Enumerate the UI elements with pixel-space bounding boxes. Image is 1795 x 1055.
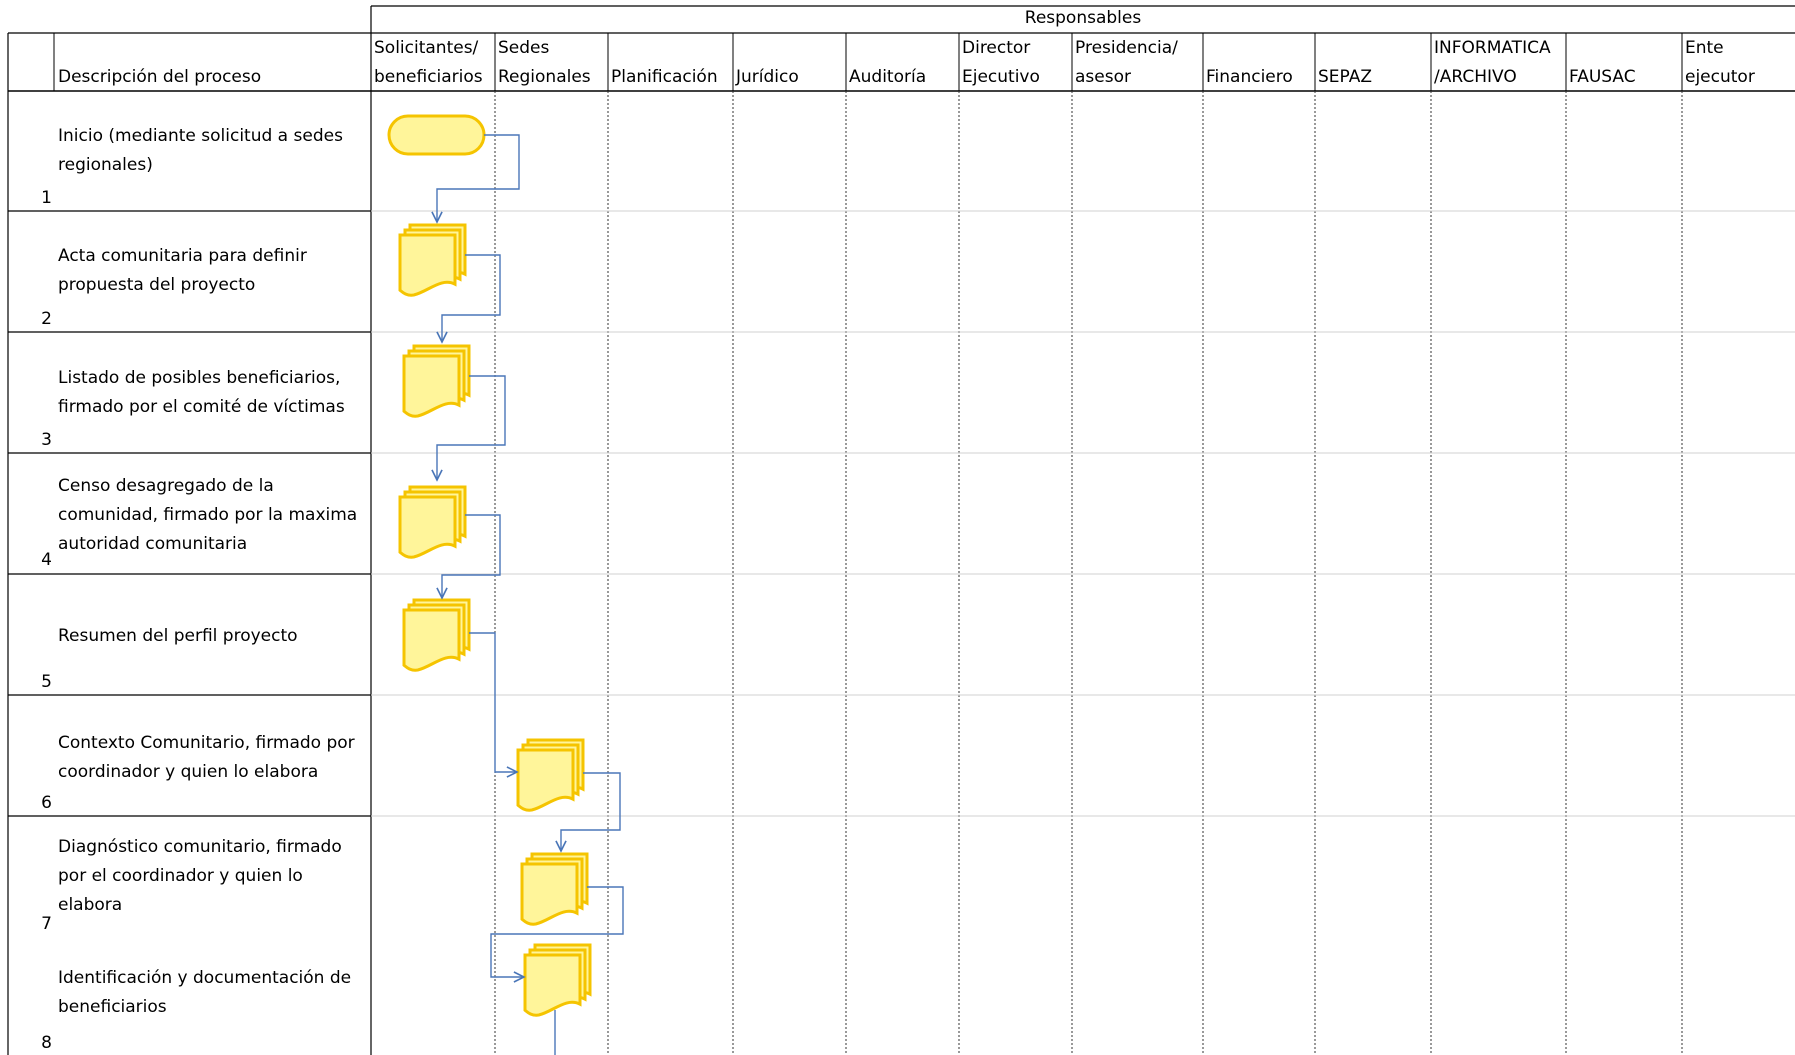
lane-header-line1: Presidencia/ <box>1075 38 1178 58</box>
lane-header-line2: /ARCHIVO <box>1434 67 1517 87</box>
flow-shapes <box>387 114 592 1017</box>
step-number: 8 <box>41 1033 52 1053</box>
step-6-document <box>516 738 585 812</box>
document-sheet <box>402 608 461 672</box>
lane-header-line2: Auditoría <box>849 67 927 87</box>
step-number: 2 <box>41 309 52 329</box>
connector-5-6 <box>469 632 517 772</box>
start-terminator <box>387 114 486 156</box>
lane-header-line2: Jurídico <box>736 67 799 87</box>
lane-header-line2: Financiero <box>1206 67 1293 87</box>
step-description: Contexto Comunitario, firmado por coordi… <box>58 733 355 782</box>
lane-header-line2: asesor <box>1075 67 1131 87</box>
step-4-document <box>398 485 467 559</box>
lane-header-line2: SEPAZ <box>1318 67 1372 87</box>
document-sheet <box>398 233 457 297</box>
step-number: 5 <box>41 672 52 692</box>
step-number: 1 <box>41 188 52 208</box>
step-3-document <box>402 344 471 418</box>
document-sheet <box>523 953 582 1017</box>
step-description: Resumen del perfil proyecto <box>58 626 298 646</box>
step-number: 6 <box>41 793 52 813</box>
step-5-document <box>402 598 471 672</box>
step-description: Listado de posibles beneficiarios, firma… <box>58 368 345 417</box>
lane-header-line2: FAUSAC <box>1569 67 1636 87</box>
step-2-document <box>398 223 467 297</box>
step-number: 7 <box>41 914 52 934</box>
lane-header-line1: INFORMATICA <box>1434 38 1551 58</box>
step-8-document <box>523 943 592 1017</box>
step-number: 4 <box>41 550 52 570</box>
step-description: Inicio (mediante solicitud a sedes regio… <box>58 126 343 175</box>
step-7-document <box>520 852 589 926</box>
responsables-title: Responsables <box>1024 8 1142 28</box>
lane-header-line2: Ejecutivo <box>962 67 1040 87</box>
lane-header-line2: Regionales <box>498 67 591 87</box>
step-description: Censo desagregado de la comunidad, firma… <box>58 476 358 554</box>
lane-header-line2: Planificación <box>611 67 718 87</box>
lane-header-line1: Sedes <box>498 38 550 58</box>
lane-header-line1: Ente <box>1685 38 1724 58</box>
lane-header-line1: Solicitantes/ <box>374 38 479 58</box>
lane-header-line2: ejecutor <box>1685 67 1755 87</box>
step-description: Diagnóstico comunitario, firmado por el … <box>58 837 342 915</box>
description-header: Descripción del proceso <box>58 67 262 87</box>
step-description: Identificación y documentación de benefi… <box>58 968 352 1017</box>
lane-header-line1: Director <box>962 38 1031 58</box>
step-description: Acta comunitaria para definir propuesta … <box>58 246 307 295</box>
document-sheet <box>516 748 575 812</box>
document-sheet <box>520 862 579 926</box>
lane-header-line2: beneficiarios <box>374 67 483 87</box>
document-sheet <box>402 354 461 418</box>
step-number: 3 <box>41 430 52 450</box>
document-sheet <box>398 495 457 559</box>
